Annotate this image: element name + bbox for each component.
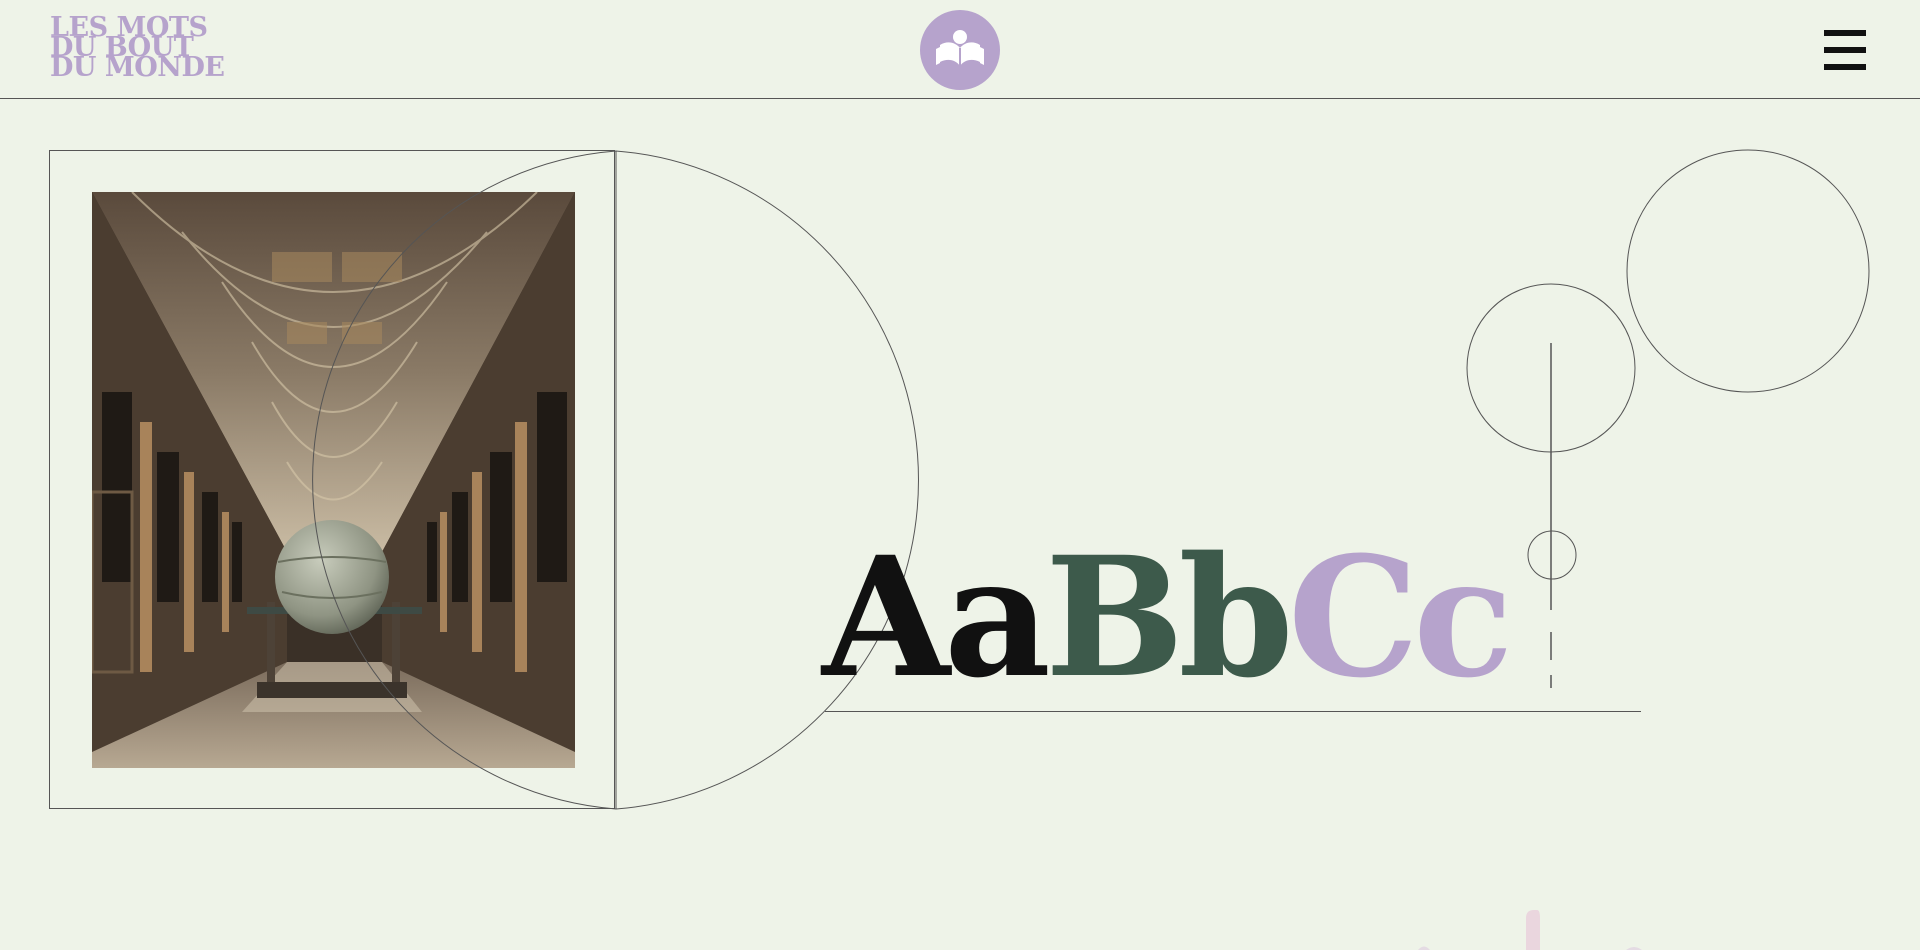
- specimen-aa: Aa: [822, 520, 1051, 714]
- specimen-baseline-rule: [825, 711, 1641, 712]
- emblem-logo[interactable]: [920, 10, 1000, 90]
- specimen-cc: Cc: [1287, 520, 1514, 714]
- type-specimen: AaBbCc: [822, 532, 1514, 702]
- library-hall-globe-image: [92, 192, 575, 768]
- menu-bar: [1824, 30, 1866, 36]
- logo-line-3: DU MONDE: [50, 52, 225, 83]
- menu-bar: [1824, 47, 1866, 53]
- specimen-bb: Bb: [1044, 520, 1294, 714]
- hamburger-menu-icon[interactable]: [1824, 30, 1866, 70]
- site-header: LES MOTS DU BOUT DU MONDE: [0, 0, 1920, 99]
- open-book-reader-icon: [936, 30, 984, 66]
- site-logo[interactable]: LES MOTS DU BOUT DU MONDE: [50, 14, 225, 83]
- menu-bar: [1824, 64, 1866, 70]
